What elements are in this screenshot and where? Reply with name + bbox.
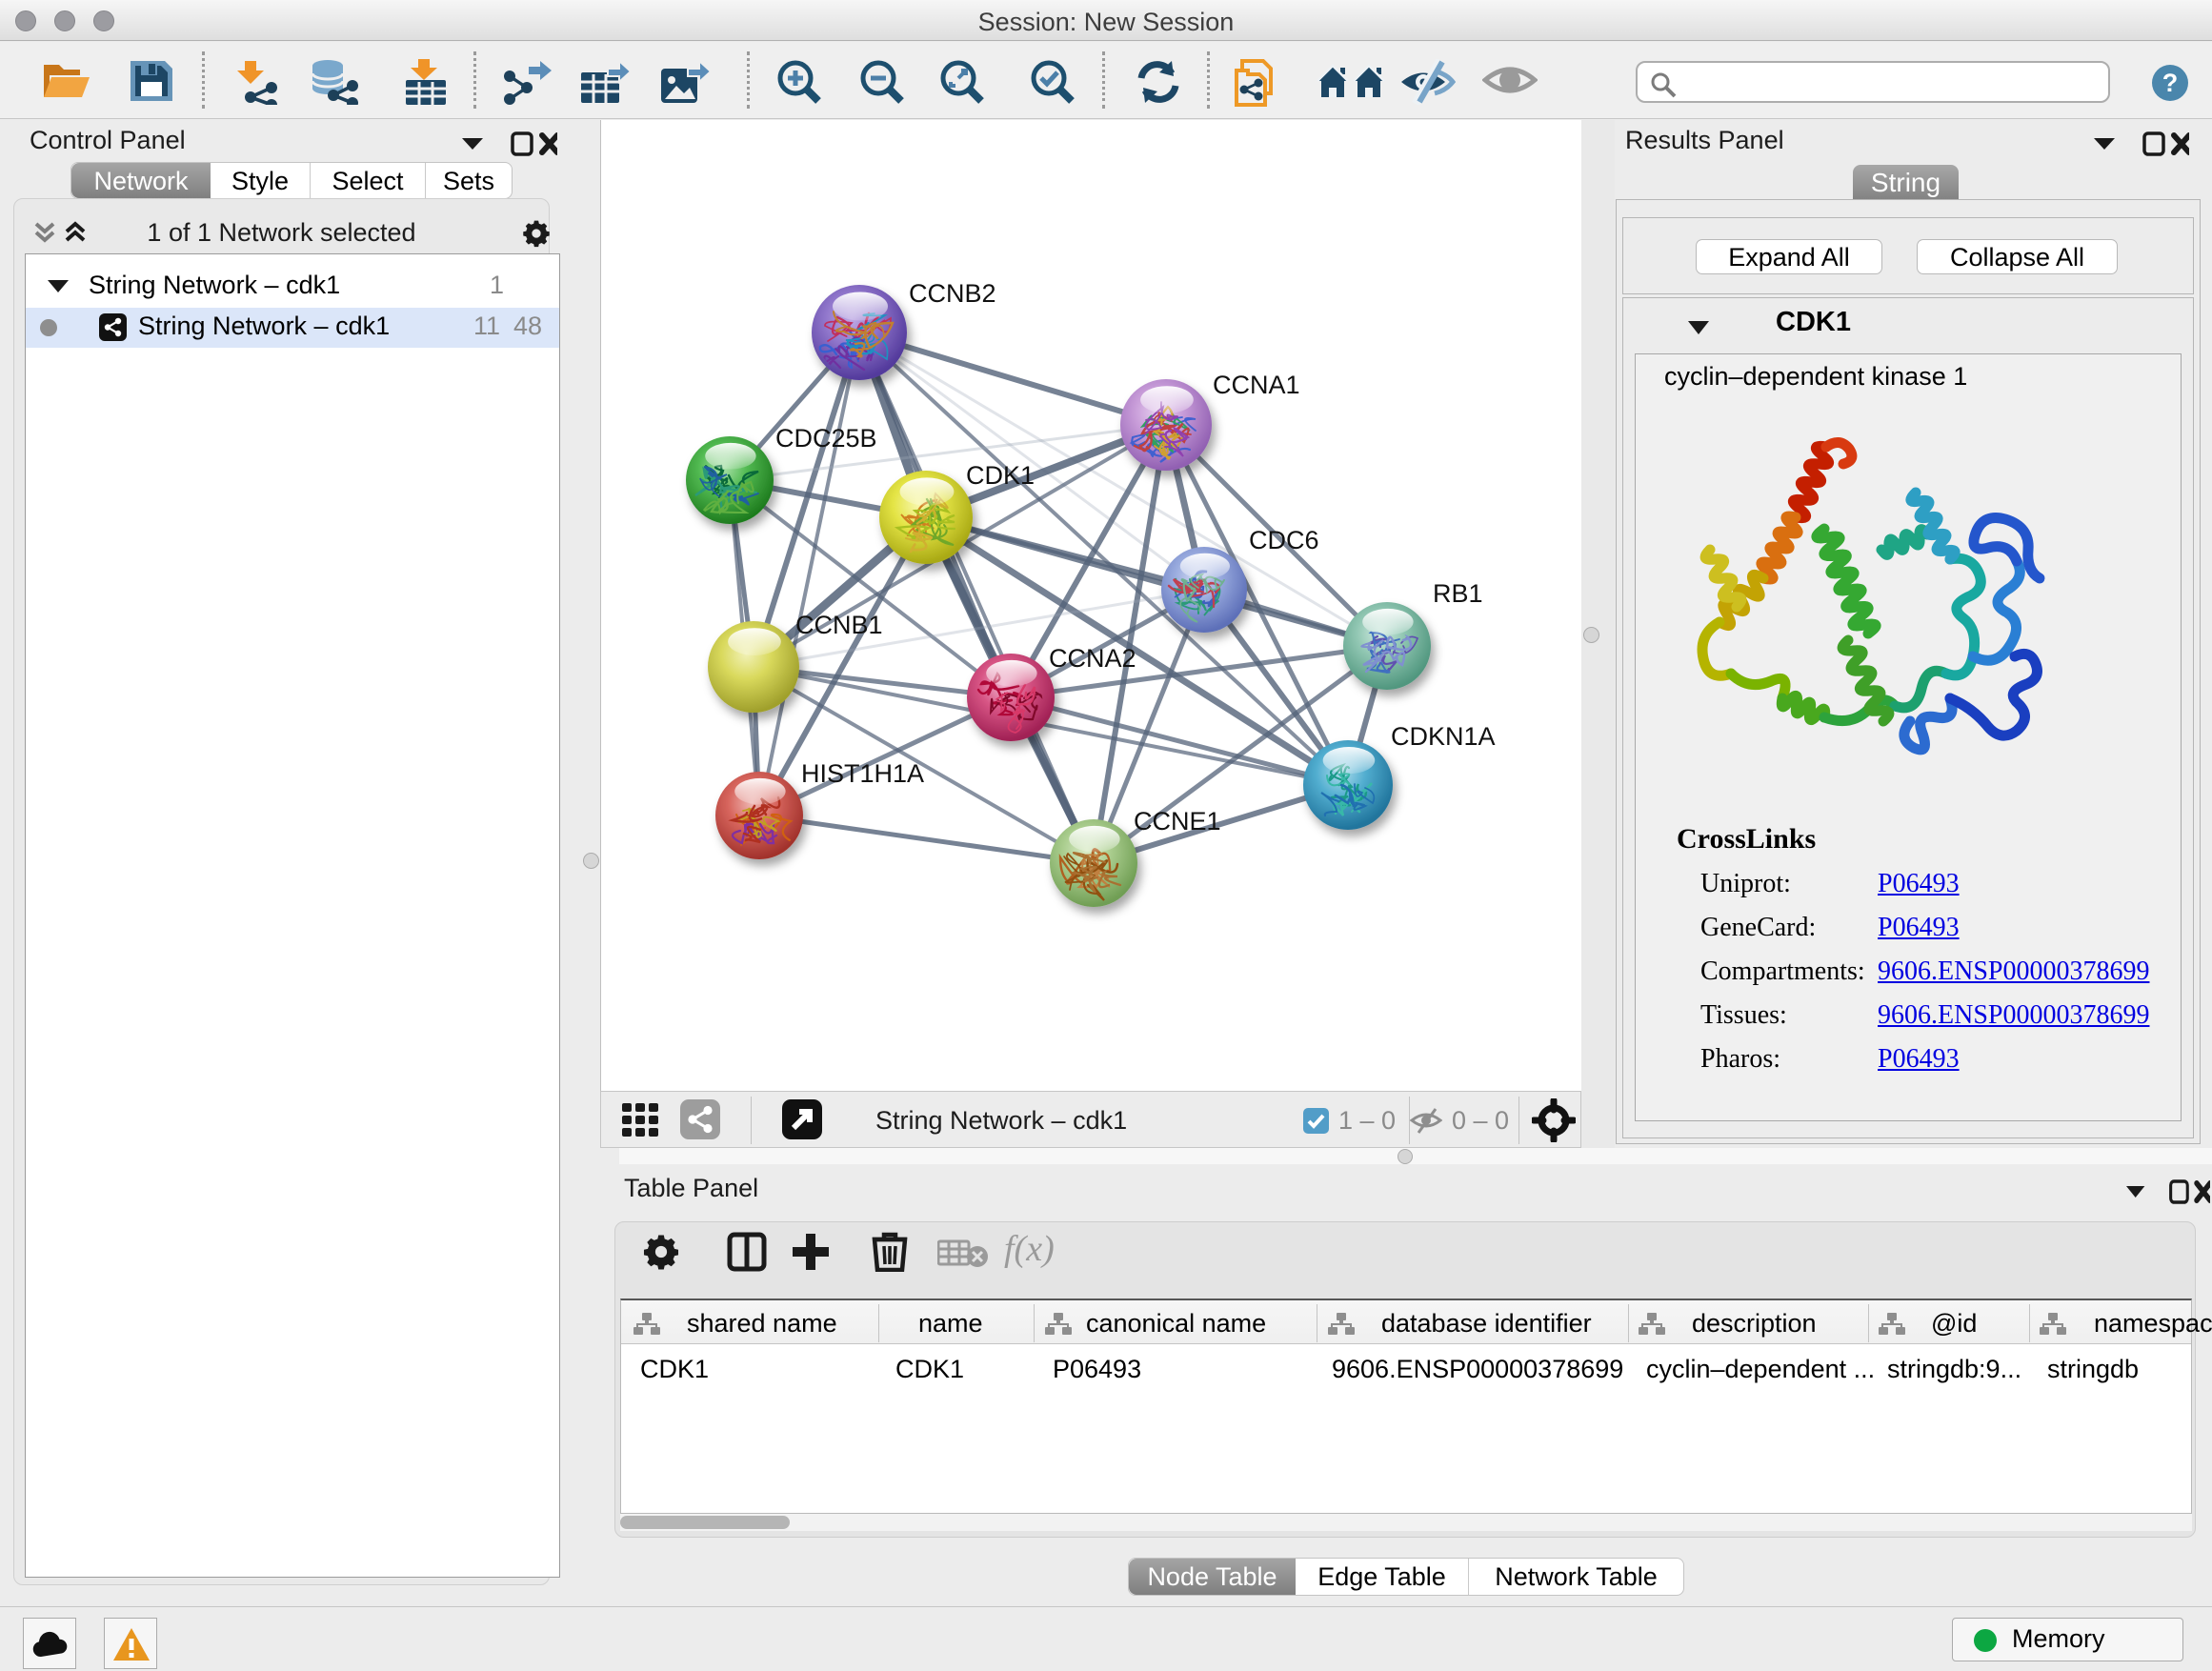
svg-text:CCNA1: CCNA1	[1213, 371, 1300, 399]
svg-text:CDC6: CDC6	[1249, 526, 1319, 554]
svg-text:RB1: RB1	[1433, 579, 1483, 608]
svg-text:CDK1: CDK1	[966, 461, 1035, 490]
svg-text:CCNA2: CCNA2	[1049, 644, 1136, 673]
svg-text:CDKN1A: CDKN1A	[1391, 722, 1496, 751]
svg-text:HIST1H1A: HIST1H1A	[801, 759, 924, 788]
svg-text:CDC25B: CDC25B	[775, 424, 877, 453]
svg-text:CCNE1: CCNE1	[1134, 807, 1221, 836]
svg-text:CCNB2: CCNB2	[909, 279, 996, 308]
svg-text:CCNB1: CCNB1	[795, 611, 883, 639]
svg-text:?: ?	[2162, 69, 2179, 97]
